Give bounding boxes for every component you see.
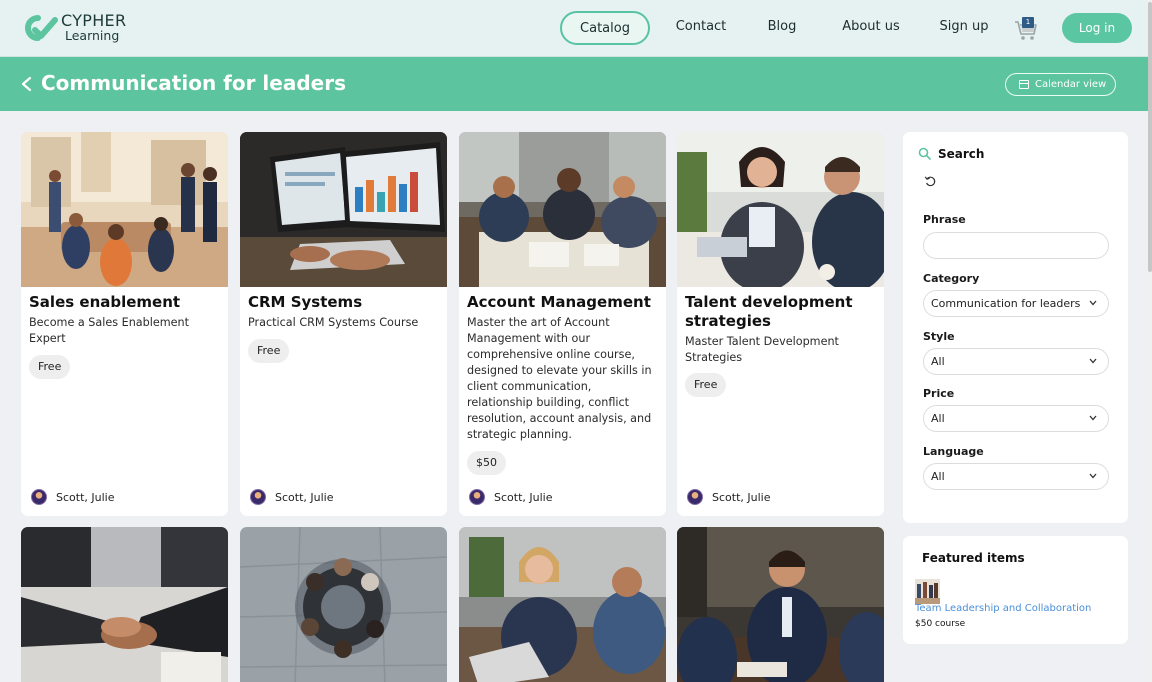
- price-badge: Free: [248, 339, 290, 363]
- page-scrollbar[interactable]: [1148, 0, 1152, 682]
- course-title[interactable]: Account Management: [467, 293, 659, 312]
- course-image[interactable]: [240, 527, 447, 682]
- logo-text-line1: CYPHER: [61, 11, 127, 30]
- course-title[interactable]: CRM Systems: [248, 293, 440, 312]
- featured-heading: Featured items: [922, 551, 1025, 565]
- course-author: Scott, Julie: [31, 489, 114, 505]
- avatar: [469, 489, 485, 505]
- price-label: Price: [923, 387, 955, 400]
- category-value: Communication for leaders: [931, 297, 1081, 310]
- course-description: Master Talent Development Strategies: [685, 335, 839, 364]
- price-badge: Free: [29, 355, 71, 379]
- course-description: Master the art of Account Management wit…: [467, 316, 652, 441]
- featured-item-price: $50 course: [915, 619, 966, 629]
- calendar-icon: [1019, 80, 1029, 89]
- course-card[interactable]: Account Management Master the art of Acc…: [459, 132, 666, 516]
- course-image[interactable]: [677, 527, 884, 682]
- chevron-down-icon: [1089, 415, 1097, 421]
- reset-icon[interactable]: [924, 175, 937, 188]
- course-image[interactable]: [459, 527, 666, 682]
- price-badge: $50: [467, 451, 506, 475]
- logo-mark-icon: [25, 14, 58, 41]
- scrollbar-thumb[interactable]: [1148, 2, 1152, 272]
- course-description: Become a Sales Enablement Expert: [29, 316, 190, 345]
- nav-blog[interactable]: Blog: [745, 11, 819, 45]
- course-author: Scott, Julie: [469, 489, 552, 505]
- calendar-view-label: Calendar view: [1035, 79, 1107, 90]
- chevron-down-icon: [1089, 358, 1097, 364]
- chevron-down-icon: [1089, 300, 1097, 306]
- category-label: Category: [923, 272, 980, 285]
- style-label: Style: [923, 330, 955, 343]
- language-value: All: [931, 470, 945, 483]
- course-card[interactable]: Talent development strategies Master Tal…: [677, 132, 884, 516]
- course-author: Scott, Julie: [250, 489, 333, 505]
- nav-about-us[interactable]: About us: [825, 11, 917, 45]
- calendar-view-button[interactable]: Calendar view: [1005, 73, 1116, 96]
- course-image[interactable]: [21, 527, 228, 682]
- course-card-partial[interactable]: [21, 527, 228, 682]
- price-badge: Free: [685, 373, 727, 397]
- course-card-partial[interactable]: [240, 527, 447, 682]
- course-card-partial[interactable]: [459, 527, 666, 682]
- search-icon: [918, 147, 931, 160]
- cypher-learning-logo[interactable]: CYPHER Learning: [22, 13, 126, 43]
- course-image[interactable]: [677, 132, 884, 287]
- cart-count-badge: 1: [1022, 17, 1034, 28]
- course-image[interactable]: [459, 132, 666, 287]
- course-card[interactable]: CRM Systems Practical CRM Systems Course…: [240, 132, 447, 516]
- page-title: Communication for leaders: [41, 71, 346, 95]
- style-select[interactable]: All: [923, 348, 1109, 375]
- course-image[interactable]: [240, 132, 447, 287]
- style-value: All: [931, 355, 945, 368]
- nav-sign-up[interactable]: Sign up: [921, 11, 1007, 45]
- price-select[interactable]: All: [923, 405, 1109, 432]
- login-button[interactable]: Log in: [1062, 13, 1132, 43]
- phrase-label: Phrase: [923, 213, 966, 226]
- course-title[interactable]: Talent development strategies: [685, 293, 877, 331]
- avatar: [250, 489, 266, 505]
- course-image[interactable]: [21, 132, 228, 287]
- logo-text-line2: Learning: [65, 28, 120, 43]
- author-name: Scott, Julie: [494, 490, 553, 504]
- featured-item-link[interactable]: Team Leadership and Collaboration: [915, 603, 1091, 614]
- search-filter-panel: Search Phrase Category Communication for…: [903, 132, 1128, 523]
- nav-contact[interactable]: Contact: [663, 11, 739, 45]
- category-select[interactable]: Communication for leaders: [923, 290, 1109, 317]
- chevron-down-icon: [1089, 473, 1097, 479]
- cart-button[interactable]: 1: [1014, 15, 1038, 41]
- language-select[interactable]: All: [923, 463, 1109, 490]
- featured-items-panel: Featured items Team Leadership and Colla…: [903, 536, 1128, 644]
- featured-item-thumbnail[interactable]: [915, 579, 940, 604]
- author-name: Scott, Julie: [275, 490, 334, 504]
- author-name: Scott, Julie: [56, 490, 115, 504]
- course-description: Practical CRM Systems Course: [248, 316, 419, 329]
- course-card[interactable]: Sales enablement Become a Sales Enableme…: [21, 132, 228, 516]
- main-nav: Catalog Contact Blog About us Sign up: [560, 11, 1007, 45]
- author-name: Scott, Julie: [712, 490, 771, 504]
- search-heading: Search: [938, 147, 985, 161]
- top-navigation-bar: CYPHER Learning Catalog Contact Blog Abo…: [0, 0, 1148, 57]
- avatar: [31, 489, 47, 505]
- phrase-input[interactable]: [923, 232, 1109, 259]
- nav-catalog[interactable]: Catalog: [560, 11, 650, 45]
- page-title-band: Communication for leaders Calendar view: [0, 57, 1148, 111]
- language-label: Language: [923, 445, 984, 458]
- price-value: All: [931, 412, 945, 425]
- course-author: Scott, Julie: [687, 489, 770, 505]
- course-card-partial[interactable]: [677, 527, 884, 682]
- avatar: [687, 489, 703, 505]
- back-chevron-icon[interactable]: [20, 76, 34, 92]
- course-title[interactable]: Sales enablement: [29, 293, 221, 312]
